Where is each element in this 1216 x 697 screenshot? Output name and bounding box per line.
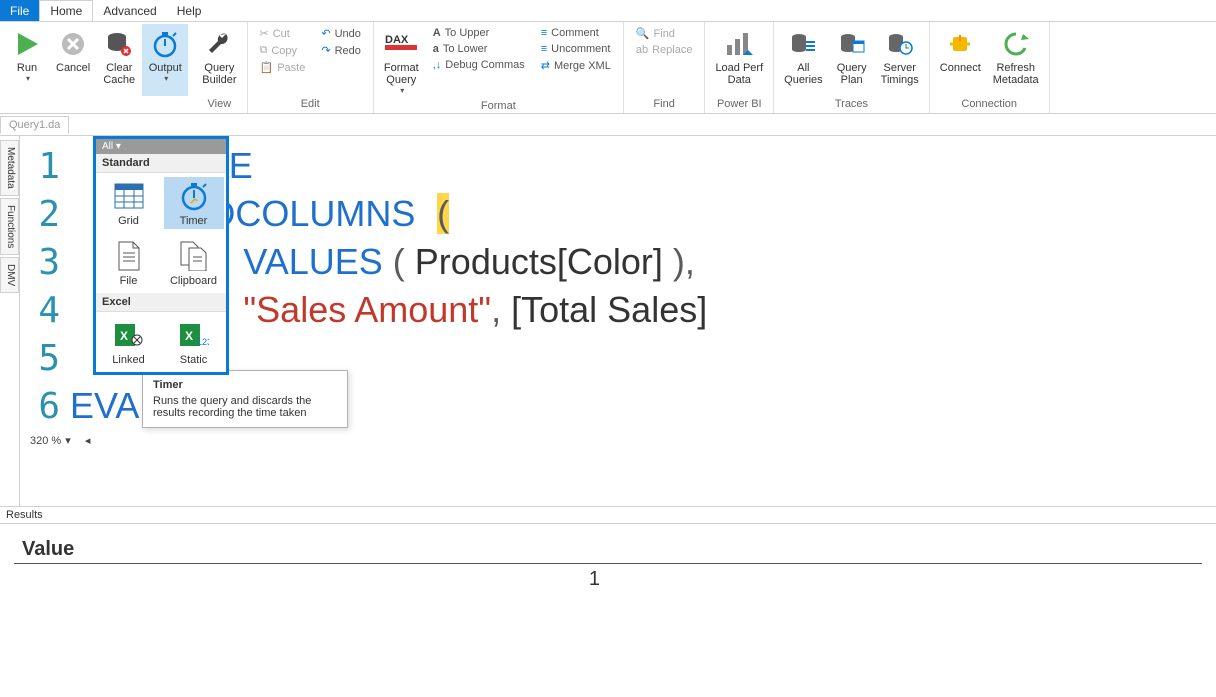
play-icon <box>14 31 40 57</box>
dropdown-section-excel: Excel <box>96 293 226 312</box>
svg-text:123: 123 <box>197 337 209 347</box>
line-number: 3 <box>30 242 60 283</box>
output-grid-button[interactable]: Grid <box>99 177 159 229</box>
svg-text:X: X <box>185 329 193 343</box>
undo-button[interactable]: ↶Undo <box>317 26 365 41</box>
format-query-button[interactable]: DAX Format Query▾ <box>378 24 425 98</box>
sidetab-metadata[interactable]: Metadata <box>0 140 19 196</box>
ribbon: Run▾ Cancel Clear Cache Output▾ Query Bu… <box>0 22 1216 114</box>
svg-text:X: X <box>120 329 128 343</box>
comment-button[interactable]: ≡Comment <box>537 26 615 40</box>
merge-icon: ⇄ <box>541 59 550 72</box>
database-x-icon <box>106 31 132 57</box>
find-button[interactable]: 🔍Find <box>632 26 697 41</box>
svg-text:DAX: DAX <box>385 34 409 46</box>
results-header: Results <box>0 506 1216 524</box>
sidetab-dmv[interactable]: DMV <box>0 257 19 293</box>
output-timer-button[interactable]: Timer <box>164 177 224 229</box>
output-dropdown: All ▾ Standard Grid Timer File Clipboard… <box>93 136 229 375</box>
letter-a-icon: A <box>433 27 441 39</box>
output-clipboard-button[interactable]: Clipboard <box>164 237 224 289</box>
db-clock-icon <box>887 31 913 57</box>
comment-icon: ≡ <box>541 27 547 39</box>
tooltip-title: Timer <box>153 379 337 391</box>
db-list-icon <box>790 31 816 57</box>
query-builder-button[interactable]: Query Builder <box>196 24 242 96</box>
copy-icon: ⧉ <box>260 44 268 57</box>
all-queries-button[interactable]: All Queries <box>778 24 829 96</box>
uncomment-button[interactable]: ≡Uncomment <box>537 42 615 56</box>
paste-button[interactable]: 📋Paste <box>256 60 310 75</box>
document-tabs: Query1.da <box>0 114 1216 136</box>
line-number: 4 <box>30 290 60 331</box>
scissors-icon: ✂ <box>260 27 269 40</box>
search-icon: 🔍 <box>636 27 650 40</box>
output-static-button[interactable]: X123 Static <box>164 316 224 368</box>
dax-formatter-icon: DAX <box>384 31 418 57</box>
cancel-icon <box>61 32 85 56</box>
tooltip-timer: Timer Runs the query and discards the re… <box>142 370 348 428</box>
line-number: 6 <box>30 386 60 427</box>
tooltip-body: Runs the query and discards the results … <box>153 395 337 419</box>
excel-static-icon: X 123 <box>179 321 209 349</box>
tab-query1[interactable]: Query1.da <box>0 116 69 134</box>
redo-button[interactable]: ↷Redo <box>317 43 365 58</box>
menubar: File Home Advanced Help <box>0 0 1216 22</box>
debug-commas-button[interactable]: ,↓Debug Commas <box>429 58 529 72</box>
results-col-header[interactable]: Value <box>14 536 608 564</box>
to-lower-button[interactable]: aTo Lower <box>429 42 529 56</box>
menu-help[interactable]: Help <box>167 0 212 21</box>
code-editor[interactable]: All ▾ Standard Grid Timer File Clipboard… <box>20 136 1216 506</box>
line-number: 5 <box>30 338 60 379</box>
zoom-indicator[interactable]: 320 %▾ ◂ <box>30 434 1206 447</box>
copy-button[interactable]: ⧉Copy <box>256 43 310 58</box>
file-icon <box>117 241 141 271</box>
redo-icon: ↷ <box>321 44 330 57</box>
refresh-icon <box>1003 31 1029 57</box>
output-file-button[interactable]: File <box>99 237 159 289</box>
menu-file[interactable]: File <box>0 0 39 21</box>
connect-button[interactable]: Connect <box>934 24 987 96</box>
clipboard-icon: 📋 <box>260 61 274 74</box>
server-timings-button[interactable]: Server Timings <box>875 24 925 96</box>
menu-home[interactable]: Home <box>39 0 93 21</box>
run-button[interactable]: Run▾ <box>4 24 50 96</box>
wrench-icon <box>206 31 232 57</box>
refresh-metadata-button[interactable]: Refresh Metadata <box>987 24 1045 96</box>
chart-icon <box>725 31 753 57</box>
merge-xml-button[interactable]: ⇄Merge XML <box>537 58 615 73</box>
load-perf-data-button[interactable]: Load Perf Data <box>709 24 769 96</box>
results-table: Value 1 <box>14 536 1202 595</box>
timer-icon <box>151 30 179 58</box>
uncomment-icon: ≡ <box>541 43 547 55</box>
query-plan-button[interactable]: Query Plan <box>829 24 875 96</box>
replace-icon: ab <box>636 44 648 56</box>
output-linked-button[interactable]: X Linked <box>99 316 159 368</box>
dropdown-header-all[interactable]: All ▾ <box>96 139 226 154</box>
sidetab-functions[interactable]: Functions <box>0 198 19 255</box>
timer-icon <box>179 181 209 211</box>
to-upper-button[interactable]: ATo Upper <box>429 26 529 40</box>
side-tabs: Metadata Functions DMV <box>0 136 20 506</box>
output-button[interactable]: Output▾ <box>142 24 188 96</box>
dropdown-section-standard: Standard <box>96 154 226 173</box>
excel-linked-icon: X <box>114 321 144 349</box>
db-calendar-icon <box>839 31 865 57</box>
results-panel: Value 1 <box>0 524 1216 607</box>
clear-cache-button[interactable]: Clear Cache <box>96 24 142 96</box>
plug-icon <box>947 31 973 57</box>
cancel-button[interactable]: Cancel <box>50 24 96 96</box>
comma-icon: ,↓ <box>433 59 442 71</box>
menu-advanced[interactable]: Advanced <box>93 0 166 21</box>
letter-a-lower-icon: a <box>433 43 439 55</box>
cut-button[interactable]: ✂Cut <box>256 26 310 41</box>
undo-icon: ↶ <box>321 27 330 40</box>
clipboard-icon <box>179 241 209 271</box>
grid-icon <box>114 183 144 209</box>
line-number: 1 <box>30 146 60 187</box>
results-cell[interactable]: 1 <box>14 564 608 596</box>
replace-button[interactable]: abReplace <box>632 43 697 57</box>
line-number: 2 <box>30 194 60 235</box>
